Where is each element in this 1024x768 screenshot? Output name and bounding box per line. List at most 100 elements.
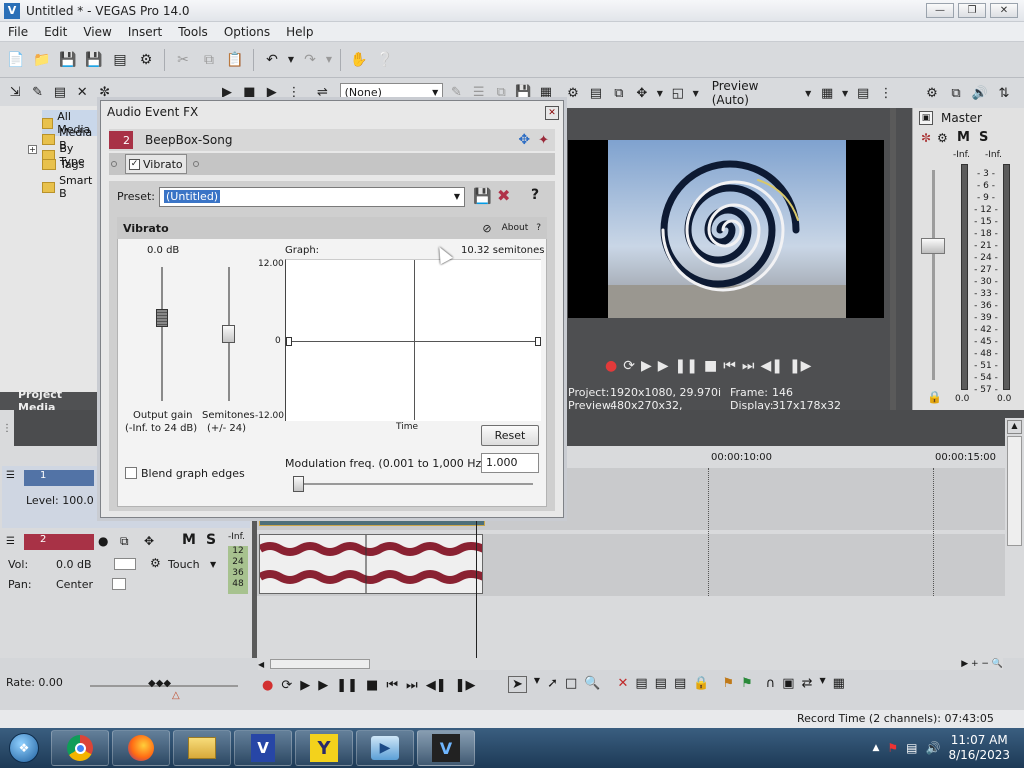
tree-item-tags[interactable]: Tags — [42, 158, 84, 171]
menu-help[interactable]: Help — [278, 25, 321, 39]
tree-item-smart-bins[interactable]: Smart B — [42, 174, 100, 200]
redo-dropdown-icon[interactable]: ▼ — [324, 48, 334, 72]
menu-tools[interactable]: Tools — [170, 25, 216, 39]
project-media-tab[interactable]: Project Media — [0, 388, 100, 414]
menu-edit[interactable]: Edit — [36, 25, 75, 39]
pause-icon[interactable]: ❚❚ — [675, 358, 698, 374]
dialog-title-bar[interactable]: Audio Event FX — [101, 101, 563, 123]
close-window-button[interactable]: ✕ — [990, 3, 1018, 18]
stop-icon[interactable]: ■ — [240, 82, 258, 102]
new-project-icon[interactable]: 📄 — [4, 48, 28, 72]
scroll-up-icon[interactable]: ▲ — [1007, 420, 1022, 434]
undo-dropdown-icon[interactable]: ▼ — [286, 48, 296, 72]
hscroll-thumb[interactable] — [270, 659, 370, 669]
master-speaker-icon[interactable]: 🔊 — [970, 83, 990, 103]
preview-menu-icon[interactable]: ⋮ — [876, 83, 896, 103]
whats-this-help-icon[interactable]: ❔ — [373, 48, 397, 72]
maximize-button[interactable]: ❐ — [958, 3, 986, 18]
delete-icon[interactable]: ✕ — [617, 676, 628, 693]
overlays-grid-icon[interactable]: ▦ — [817, 83, 837, 103]
spell-check-icon[interactable]: ✎ — [447, 82, 465, 102]
auto-preview-icon[interactable]: ▶ — [263, 82, 281, 102]
about-help-icon[interactable]: ? — [536, 223, 541, 233]
taskbar-yelp-app[interactable]: Y — [295, 730, 353, 766]
redo-icon[interactable]: ↷ — [298, 48, 322, 72]
master-solo-button[interactable]: S — [979, 130, 988, 145]
graph-node-end[interactable] — [535, 337, 541, 346]
next-frame-icon[interactable]: ❚▶ — [789, 358, 812, 374]
media-filter-select[interactable]: (None) ▼ — [339, 83, 444, 101]
auto-crossfade-icon[interactable]: ▣ — [782, 676, 794, 693]
modulation-freq-input[interactable]: 1.000 — [481, 453, 539, 473]
graph-node-start[interactable] — [286, 337, 292, 346]
prev-frame-icon[interactable]: ◀❚ — [426, 678, 447, 693]
envelope-tool-icon[interactable]: ➚ — [547, 676, 558, 693]
paste-icon[interactable]: 📋 — [223, 48, 247, 72]
network-icon[interactable]: ▤ — [906, 741, 917, 755]
gain-slider-handle[interactable] — [156, 309, 168, 327]
edit-tool-dropdown-icon[interactable]: ▼ — [534, 676, 540, 693]
video-fx-icon[interactable]: ⧉ — [609, 83, 629, 103]
quality-dropdown-icon[interactable]: ▼ — [802, 83, 814, 103]
save-filter-icon[interactable]: 💾 — [514, 82, 532, 102]
media-fx-icon[interactable]: ✼ — [95, 82, 113, 102]
modulation-freq-slider[interactable] — [293, 476, 304, 492]
zoom-controls[interactable]: ▶ + − 🔍 — [961, 659, 1003, 669]
go-to-start-icon[interactable]: ⏮ — [723, 358, 736, 374]
reset-button[interactable]: Reset — [481, 425, 539, 446]
rate-slider-handle[interactable]: ◆◆◆ — [148, 678, 171, 689]
split-icon[interactable]: ▤ — [674, 676, 686, 693]
remove-media-icon[interactable]: ✕ — [73, 82, 91, 102]
scroll-thumb[interactable] — [1007, 436, 1022, 546]
semitone-slider-handle[interactable] — [222, 325, 235, 343]
plugin-enable-checkbox[interactable]: ✓ — [129, 158, 140, 170]
preset-select[interactable]: (Untitled) ▼ — [159, 187, 465, 207]
lock-envelopes-icon[interactable]: ▦ — [833, 676, 845, 693]
preview-properties-icon[interactable]: ⚙ — [563, 83, 583, 103]
save-as-icon[interactable]: 💾 — [82, 48, 106, 72]
save-icon[interactable]: 💾 — [56, 48, 80, 72]
blend-graph-edges-checkbox[interactable] — [125, 467, 137, 479]
volume-slider[interactable] — [114, 558, 136, 570]
play-from-start-icon[interactable]: ▶ — [300, 678, 310, 693]
timeline-hscroll[interactable]: ◀ ▶ + − 🔍 — [258, 658, 1003, 670]
properties-gear-icon[interactable]: ⚙ — [134, 48, 158, 72]
dialog-help-icon[interactable]: ? — [531, 187, 539, 203]
play-from-start-icon[interactable]: ▶ — [641, 358, 652, 374]
next-frame-icon[interactable]: ❚▶ — [455, 678, 476, 693]
external-monitor-icon[interactable]: ▤ — [586, 83, 606, 103]
taskbar-media-player[interactable]: ▶ — [356, 730, 414, 766]
master-bypass-icon[interactable]: ⧉ — [946, 83, 966, 103]
track-fx-icon[interactable]: ⧉ — [120, 534, 129, 549]
menu-options[interactable]: Options — [216, 25, 278, 39]
menu-file[interactable]: File — [0, 25, 36, 39]
prev-frame-icon[interactable]: ◀❚ — [760, 358, 783, 374]
cut-icon[interactable]: ✂ — [171, 48, 195, 72]
start-button[interactable]: ❖ — [0, 728, 48, 768]
stop-icon[interactable]: ■ — [704, 358, 717, 374]
zoom-tool-icon[interactable]: 🔍 — [584, 676, 600, 693]
marker-icon[interactable]: ⚑ — [722, 676, 734, 693]
play-icon[interactable]: ▶ — [658, 358, 669, 374]
master-fader-handle[interactable] — [921, 238, 945, 254]
explorer-close-icon[interactable]: ⇌ — [313, 82, 331, 102]
bypass-icon[interactable]: ⊘ — [482, 222, 491, 235]
lock-icon[interactable]: 🔒 — [693, 676, 709, 693]
open-folder-icon[interactable]: 📁 — [30, 48, 54, 72]
remove-plugin-icon[interactable]: ✦ — [538, 133, 549, 148]
selection-tool-icon[interactable]: □ — [565, 676, 577, 693]
overlays-dropdown-icon[interactable]: ▼ — [840, 83, 850, 103]
capture-icon[interactable]: ✎ — [28, 82, 46, 102]
audio-event-clip[interactable] — [259, 534, 483, 594]
record-icon[interactable]: ● — [605, 358, 617, 374]
master-mute-button[interactable]: M — [957, 130, 970, 145]
delete-preset-icon[interactable]: ✖ — [497, 186, 510, 205]
plugin-chain-icon[interactable]: ✥ — [518, 132, 530, 148]
filter-options-icon[interactable]: ☰ — [470, 82, 488, 102]
master-gear-icon[interactable]: ⚙ — [937, 131, 948, 145]
automation-gear-icon[interactable]: ⚙ — [150, 556, 161, 570]
track-header-audio[interactable]: ☰ 2 ● ⧉ ✥ M S Vol: 0.0 dB ⚙ Touch ▼ Pan:… — [2, 532, 250, 594]
play-icon[interactable]: ▶ — [318, 678, 328, 693]
ripple-dropdown-icon[interactable]: ▼ — [819, 676, 825, 693]
track-arm-record-icon[interactable]: ● — [98, 534, 108, 548]
